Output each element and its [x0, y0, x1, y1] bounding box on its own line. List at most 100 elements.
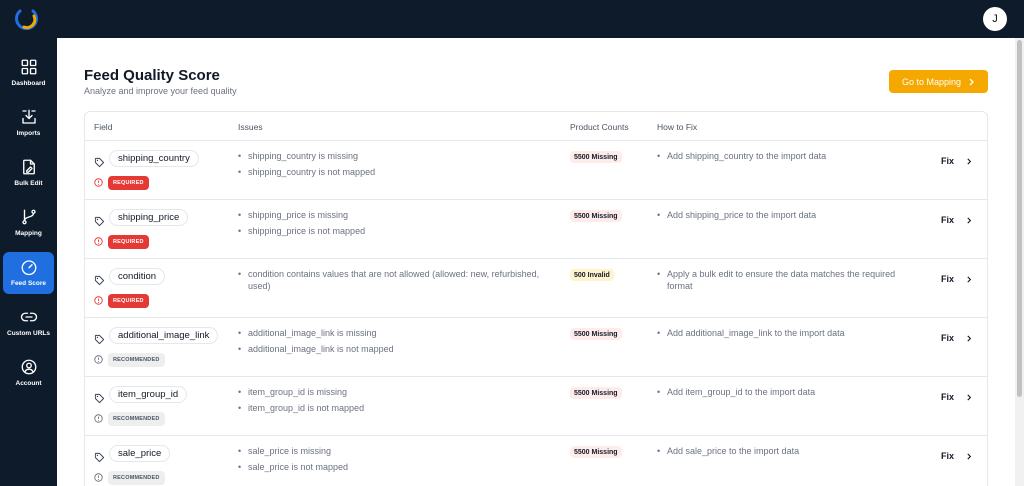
- edit-file-icon: [22, 159, 35, 175]
- sidebar-item-label: Feed Score: [10, 280, 47, 287]
- user-avatar[interactable]: J: [983, 7, 1007, 31]
- issues-list: shipping_country is missing shipping_coun…: [238, 150, 558, 182]
- import-icon: [21, 109, 36, 124]
- fix-label: Fix: [941, 392, 955, 402]
- table-row: additional_image_link RECOMMENDED addition…: [85, 318, 987, 377]
- tag-icon: [94, 332, 105, 345]
- sidebar-item-label: Account: [15, 380, 42, 387]
- fix-label: Fix: [941, 156, 955, 166]
- how-to-fix-text: Add shipping_price to the import data: [657, 209, 917, 221]
- page-scrollbar[interactable]: [1015, 38, 1024, 486]
- product-count-badge: 5500 Missing: [570, 328, 622, 340]
- fix-button[interactable]: Fix: [941, 392, 973, 402]
- issue-item: item_group_id is missing: [238, 386, 558, 398]
- sidebar-item-custom-urls[interactable]: Custom URLs: [3, 302, 54, 344]
- chevron-right-icon: [967, 157, 972, 165]
- sidebar-nav: Dashboard Imports Bulk Edit Mapping Feed…: [0, 38, 57, 486]
- tag-icon: [94, 155, 105, 168]
- priority-badge: RECOMMENDED: [108, 471, 165, 485]
- how-to-fix-text: Apply a bulk edit to ensure the data mat…: [657, 268, 917, 292]
- fix-button[interactable]: Fix: [941, 333, 973, 343]
- column-header-field: Field: [94, 122, 113, 132]
- page-title: Feed Quality Score: [84, 67, 220, 84]
- issue-item: shipping_country is missing: [238, 150, 558, 162]
- issue-item: condition contains values that are not a…: [238, 268, 558, 292]
- issues-list: additional_image_link is missing addition…: [238, 327, 558, 359]
- product-count-badge: 5500 Missing: [570, 446, 622, 458]
- field-name: condition: [109, 268, 166, 285]
- how-to-fix-text: Add item_group_id to the import data: [657, 386, 917, 398]
- field-name: sale_price: [109, 445, 171, 462]
- chevron-right-icon: [967, 275, 972, 283]
- table-row: shipping_price REQUIRED shipping_price is …: [85, 200, 987, 259]
- sidebar-item-label: Custom URLs: [7, 330, 50, 337]
- sidebar-item-dashboard[interactable]: Dashboard: [3, 52, 54, 94]
- chevron-right-icon: [969, 78, 974, 85]
- sidebar-item-account[interactable]: Account: [3, 352, 54, 394]
- info-icon: [94, 473, 103, 482]
- issue-item: additional_image_link is missing: [238, 327, 558, 339]
- fix-label: Fix: [941, 274, 955, 284]
- sidebar-item-label: Mapping: [15, 230, 42, 237]
- how-to-fix-text: Add sale_price to the import data: [657, 445, 917, 457]
- column-header-product-counts: Product Counts: [570, 122, 629, 132]
- fix-label: Fix: [941, 451, 955, 461]
- priority-badge: RECOMMENDED: [108, 412, 165, 426]
- sidebar-item-label: Bulk Edit: [14, 180, 43, 187]
- field-name: item_group_id: [109, 386, 188, 403]
- chevron-right-icon: [967, 334, 972, 342]
- table-row: item_group_id RECOMMENDED item_group_id is…: [85, 377, 987, 436]
- fix-label: Fix: [941, 215, 955, 225]
- product-count-badge: 5500 Missing: [570, 387, 622, 399]
- tag-icon: [94, 273, 105, 286]
- issue-item: shipping_price is not mapped: [238, 225, 558, 237]
- fix-button[interactable]: Fix: [941, 451, 973, 461]
- issues-list: sale_price is missing sale_price is not m…: [238, 445, 558, 477]
- sidebar-item-imports[interactable]: Imports: [3, 102, 54, 144]
- chevron-right-icon: [967, 393, 972, 401]
- fix-button[interactable]: Fix: [941, 274, 973, 284]
- field-name: shipping_country: [109, 150, 199, 167]
- product-count-badge: 5500 Missing: [570, 210, 622, 222]
- top-bar: J: [0, 0, 1024, 38]
- sidebar-item-label: Imports: [16, 130, 41, 137]
- scrollbar-thumb[interactable]: [1017, 40, 1022, 397]
- gauge-icon: [21, 260, 36, 276]
- how-to-fix-text: Add additional_image_link to the import …: [657, 327, 917, 339]
- fix-button[interactable]: Fix: [941, 156, 973, 166]
- how-to-fix-text: Add shipping_country to the import data: [657, 150, 917, 162]
- issue-item: shipping_country is not mapped: [238, 166, 558, 178]
- tag-icon: [94, 450, 105, 463]
- product-count-badge: 5500 Missing: [570, 151, 622, 163]
- tag-icon: [94, 391, 105, 404]
- feed-quality-table: Field Issues Product Counts How to Fix s…: [84, 111, 988, 486]
- issue-item: additional_image_link is not mapped: [238, 343, 558, 355]
- issues-list: shipping_price is missing shipping_price …: [238, 209, 558, 241]
- fix-button[interactable]: Fix: [941, 215, 973, 225]
- sidebar-item-mapping[interactable]: Mapping: [3, 202, 54, 244]
- info-icon: [94, 178, 103, 187]
- sidebar-item-feed-score[interactable]: Feed Score: [3, 252, 54, 294]
- issues-list: condition contains values that are not a…: [238, 268, 558, 296]
- priority-badge: RECOMMENDED: [108, 353, 165, 367]
- info-icon: [94, 296, 103, 305]
- priority-badge: REQUIRED: [108, 294, 149, 308]
- table-row: shipping_country REQUIRED shipping_country…: [85, 141, 987, 200]
- app-logo-icon[interactable]: [12, 6, 40, 32]
- git-branch-icon: [21, 209, 36, 225]
- table-row: sale_price RECOMMENDED sale_price is missi…: [85, 436, 987, 486]
- info-icon: [94, 237, 103, 246]
- priority-badge: REQUIRED: [108, 176, 149, 190]
- priority-badge: REQUIRED: [108, 235, 149, 249]
- field-name: shipping_price: [109, 209, 189, 226]
- column-header-issues: Issues: [238, 122, 263, 132]
- chevron-right-icon: [967, 216, 972, 224]
- product-count-badge: 500 Invalid: [570, 269, 614, 281]
- info-icon: [94, 355, 103, 364]
- column-header-how-to-fix: How to Fix: [657, 122, 698, 132]
- go-to-mapping-button[interactable]: Go to Mapping: [889, 70, 988, 93]
- user-circle-icon: [21, 359, 36, 375]
- page-subtitle: Analyze and improve your feed quality: [84, 86, 237, 96]
- sidebar-item-bulk-edit[interactable]: Bulk Edit: [3, 152, 54, 194]
- tag-icon: [94, 214, 105, 227]
